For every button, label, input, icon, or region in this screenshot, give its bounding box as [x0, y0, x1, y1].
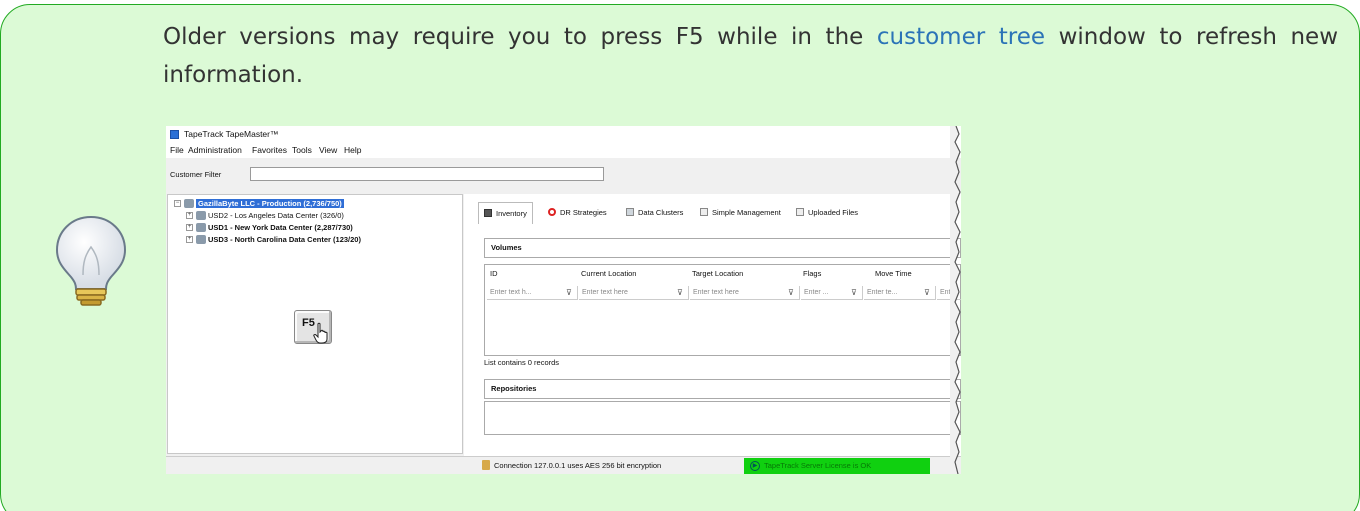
data-center-icon [196, 235, 206, 244]
customer-tree-link[interactable]: customer tree [877, 24, 1045, 50]
tree-node-label: GazillaByte LLC - Production (2,736/750) [196, 199, 344, 208]
license-status-badge: ▶ TapeTrack Server License is OK [744, 458, 930, 474]
expand-icon[interactable]: + [186, 224, 193, 231]
filter-input-current-location[interactable]: Enter text here ⊽ [579, 286, 689, 300]
filter-placeholder: Enter text here [582, 289, 628, 296]
lifebuoy-icon [548, 208, 556, 216]
tree-node-label: USD3 - North Carolina Data Center (123/2… [208, 235, 361, 244]
tip-text-before: Older versions may require you to press … [163, 24, 877, 50]
status-bar: Connection 127.0.0.1 uses AES 256 bit en… [166, 456, 961, 474]
app-screenshot: TapeTrack TapeMaster™ File Administratio… [166, 126, 961, 474]
tab-label: DR Strategies [560, 208, 607, 217]
customer-filter-input[interactable] [250, 167, 604, 181]
expand-icon[interactable]: + [186, 236, 193, 243]
customer-filter-bar: Customer Filter [166, 158, 961, 192]
filter-icon[interactable]: ⊽ [924, 288, 932, 297]
filter-placeholder: Enter te... [867, 289, 898, 296]
file-icon [796, 208, 804, 216]
column-header-id[interactable]: ID [490, 269, 498, 278]
filter-placeholder: Enter text here [693, 289, 739, 296]
connection-status: Connection 127.0.0.1 uses AES 256 bit en… [494, 461, 662, 470]
torn-edge [950, 126, 961, 474]
tab-label: Data Clusters [638, 208, 684, 217]
volumes-grid[interactable]: ID Current Location Target Location Flag… [484, 264, 961, 356]
list-status: List contains 0 records [484, 358, 560, 367]
menu-view[interactable]: View [319, 145, 337, 155]
tab-simple-management[interactable]: Simple Management [700, 202, 781, 224]
menu-favorites[interactable]: Favorites [252, 145, 287, 155]
f5-key-illustration: F5 [294, 310, 332, 344]
column-header-target-location[interactable]: Target Location [692, 269, 743, 278]
tab-label: Simple Management [712, 208, 781, 217]
tab-label: Uploaded Files [808, 208, 859, 217]
filter-placeholder: Enter ... [804, 289, 829, 296]
filter-input-flags[interactable]: Enter ... ⊽ [801, 286, 863, 300]
customer-icon [184, 199, 194, 208]
expand-icon[interactable]: + [186, 212, 193, 219]
menu-bar: File Administration Favorites Tools View… [166, 142, 961, 158]
management-icon [700, 208, 708, 216]
tab-inventory[interactable]: Inventory [478, 202, 533, 224]
play-icon: ▶ [750, 461, 760, 471]
menu-tools[interactable]: Tools [292, 145, 312, 155]
tab-dr-strategies[interactable]: DR Strategies [548, 202, 607, 224]
collapse-icon[interactable]: − [174, 200, 181, 207]
filter-input-target-location[interactable]: Enter text here ⊽ [690, 286, 800, 300]
repositories-grid[interactable] [484, 401, 961, 435]
filter-placeholder: Ent [940, 289, 951, 296]
column-header-move-time[interactable]: Move Time [875, 269, 912, 278]
menu-file[interactable]: File [170, 145, 184, 155]
repositories-header: Repositories [484, 379, 961, 399]
menu-help[interactable]: Help [344, 145, 361, 155]
filter-input-move-time[interactable]: Enter te... ⊽ [864, 286, 936, 300]
tab-data-clusters[interactable]: Data Clusters [626, 202, 683, 224]
lock-icon [482, 460, 490, 470]
filter-placeholder: Enter text h... [490, 289, 532, 296]
column-header-flags[interactable]: Flags [803, 269, 821, 278]
filter-icon[interactable]: ⊽ [788, 288, 796, 297]
data-center-icon [196, 223, 206, 232]
pointer-hand-icon [313, 322, 328, 344]
tree-node-label: USD1 - New York Data Center (2,287/730) [208, 223, 353, 232]
volumes-header: Volumes [484, 238, 961, 258]
tip-text: Older versions may require you to press … [163, 18, 1338, 94]
title-bar: TapeTrack TapeMaster™ [166, 126, 961, 142]
tab-uploaded-files[interactable]: Uploaded Files [796, 202, 858, 224]
filter-input-id[interactable]: Enter text h... ⊽ [487, 286, 578, 300]
window-title: TapeTrack TapeMaster™ [184, 129, 279, 139]
filter-icon[interactable]: ⊽ [566, 288, 574, 297]
light-bulb-icon [55, 215, 127, 306]
customer-filter-label: Customer Filter [170, 170, 222, 179]
menu-administration[interactable]: Administration [188, 145, 242, 155]
license-status-text: TapeTrack Server License is OK [764, 461, 872, 470]
app-icon [170, 130, 179, 139]
data-center-icon [196, 211, 206, 220]
tab-label: Inventory [496, 209, 527, 218]
tree-node-label: USD2 - Los Angeles Data Center (326/0) [208, 211, 344, 220]
column-header-current-location[interactable]: Current Location [581, 269, 636, 278]
inventory-icon [484, 209, 492, 217]
filter-icon[interactable]: ⊽ [851, 288, 859, 297]
filter-icon[interactable]: ⊽ [677, 288, 685, 297]
bar-chart-icon [626, 208, 634, 216]
